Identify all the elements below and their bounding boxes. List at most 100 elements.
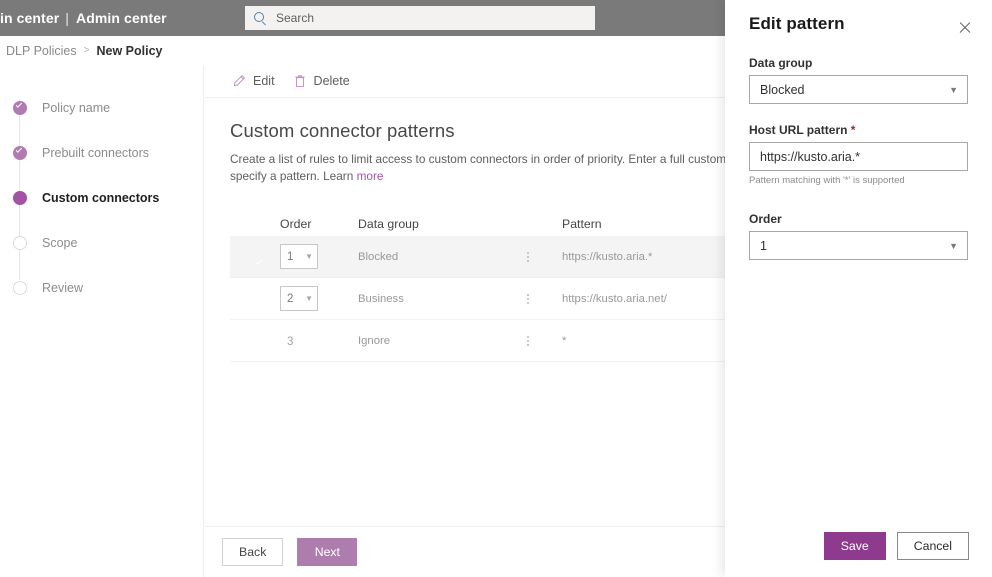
save-button[interactable]: Save — [823, 531, 886, 560]
more-vertical-icon — [527, 293, 530, 304]
cancel-button[interactable]: Cancel — [896, 531, 969, 560]
row-data-group: Blocked — [358, 250, 399, 263]
sidebar-item-label: Policy name — [42, 100, 111, 115]
back-button[interactable]: Back — [222, 538, 284, 566]
row-pattern: * — [562, 334, 567, 347]
wizard-footer: Back Next — [205, 526, 725, 577]
page-description: Create a list of rules to limit access t… — [230, 151, 725, 185]
page-title: Custom connector patterns — [230, 120, 455, 141]
panel-title: Edit pattern — [749, 14, 845, 33]
data-group-value: Blocked — [760, 82, 805, 97]
suite-brand-separator: | — [65, 10, 70, 26]
empty-circle-icon — [13, 280, 27, 295]
host-url-field: Host URL pattern * https://kusto.aria.* … — [749, 123, 968, 186]
search-input[interactable]: Search — [245, 6, 595, 30]
search-icon — [253, 11, 267, 25]
wizard-sidebar: Policy name Prebuilt connectors Custom c… — [0, 65, 204, 577]
row-data-group: Business — [358, 292, 404, 305]
row-pattern: https://kusto.aria.* — [562, 250, 653, 263]
check-circle-icon — [13, 100, 27, 115]
order-dropdown-panel[interactable]: 1 ▼ — [749, 231, 968, 260]
host-url-input[interactable]: https://kusto.aria.* — [749, 142, 968, 171]
sidebar-item-label: Review — [42, 280, 83, 295]
pencil-icon — [233, 74, 246, 87]
suite-admin-center-label: Admin center — [76, 10, 167, 26]
chevron-down-icon: ▼ — [305, 294, 313, 303]
sidebar-item-prebuilt-connectors[interactable]: Prebuilt connectors — [0, 130, 203, 175]
delete-button[interactable]: Delete — [293, 74, 350, 88]
order-dropdown-value: 1 — [287, 250, 294, 263]
row-more-menu[interactable] — [520, 293, 562, 304]
main-content: Edit Delete Custom connector patterns Cr… — [205, 65, 725, 577]
required-marker: * — [850, 123, 856, 137]
empty-circle-icon — [13, 235, 27, 250]
host-url-value: https://kusto.aria.* — [760, 149, 861, 164]
delete-button-label: Delete — [313, 74, 350, 88]
sidebar-item-review[interactable]: Review — [0, 265, 203, 310]
next-button[interactable]: Next — [297, 538, 358, 566]
row-data-group: Ignore — [358, 334, 391, 347]
close-icon[interactable] — [954, 16, 976, 38]
table-row[interactable]: 1 ▼ Blocked https://kusto.aria.* — [230, 236, 725, 278]
row-order-cell: 2 ▼ — [280, 286, 358, 311]
row-more-menu[interactable] — [520, 251, 562, 262]
sidebar-item-policy-name[interactable]: Policy name — [0, 85, 203, 130]
row-order-cell: 1 ▼ — [280, 244, 358, 269]
panel-footer: Save Cancel — [725, 514, 992, 577]
order-static-value: 3 — [287, 335, 294, 348]
sidebar-item-label: Custom connectors — [42, 190, 160, 205]
table-header-row: Order Data group Pattern — [230, 212, 725, 236]
breadcrumb-chevron-icon: > — [83, 45, 90, 56]
breadcrumb-current: New Policy — [96, 43, 163, 58]
suite-brand: in center | Admin center — [0, 10, 167, 26]
page-description-text: Create a list of rules to limit access t… — [230, 152, 725, 183]
chevron-down-icon: ▼ — [949, 240, 958, 251]
row-order-cell: 3 — [280, 332, 358, 350]
app-root: in center | Admin center Search DLP Polici… — [0, 0, 992, 577]
data-group-label: Data group — [749, 56, 813, 70]
order-dropdown-value: 2 — [287, 292, 294, 305]
host-url-hint: Pattern matching with '*' is supported — [749, 175, 905, 186]
more-vertical-icon — [527, 251, 530, 262]
edit-pattern-panel: Edit pattern Data group Blocked ▼ Host U… — [725, 0, 992, 577]
check-circle-icon — [13, 145, 27, 160]
breadcrumb-parent[interactable]: DLP Policies — [6, 44, 77, 58]
sidebar-item-custom-connectors[interactable]: Custom connectors — [0, 175, 203, 220]
learn-more-link[interactable]: more — [357, 169, 384, 183]
table-row[interactable]: 2 ▼ Business https://kusto.aria.net/ — [230, 278, 725, 320]
table-row[interactable]: 3 Ignore * — [230, 320, 725, 362]
search-placeholder: Search — [276, 11, 315, 25]
table-header-data-group: Data group — [358, 217, 419, 231]
panel-header: Edit pattern — [725, 0, 992, 38]
order-dropdown[interactable]: 1 ▼ — [280, 244, 318, 269]
patterns-table: Order Data group Pattern 1 ▼ Blocked htt… — [230, 212, 725, 362]
suite-brand-truncated: in center — [0, 10, 60, 26]
suite-header: in center | Admin center Search — [0, 0, 725, 36]
sidebar-item-label: Scope — [42, 235, 78, 250]
sidebar-item-label: Prebuilt connectors — [42, 145, 150, 160]
edit-button-label: Edit — [253, 74, 275, 88]
command-bar: Edit Delete — [205, 65, 725, 98]
content-body: Custom connector patterns Create a list … — [205, 98, 725, 362]
order-label: Order — [749, 212, 782, 226]
sidebar-item-scope[interactable]: Scope — [0, 220, 203, 265]
filled-circle-icon — [13, 190, 27, 205]
row-more-menu[interactable] — [520, 335, 562, 346]
data-group-field: Data group Blocked ▼ — [749, 56, 968, 104]
breadcrumb: DLP Policies > New Policy — [0, 36, 725, 65]
trash-icon — [294, 75, 305, 87]
edit-button[interactable]: Edit — [232, 74, 275, 88]
panel-body: Data group Blocked ▼ Host URL pattern * … — [725, 38, 992, 260]
more-vertical-icon — [527, 335, 530, 346]
order-dropdown-panel-value: 1 — [760, 238, 767, 253]
chevron-down-icon: ▼ — [305, 252, 313, 261]
row-pattern: https://kusto.aria.net/ — [562, 292, 667, 305]
order-dropdown[interactable]: 2 ▼ — [280, 286, 318, 311]
host-url-label: Host URL pattern * — [749, 123, 968, 137]
host-url-label-text: Host URL pattern — [749, 123, 848, 137]
table-header-order: Order — [280, 217, 312, 231]
data-group-dropdown[interactable]: Blocked ▼ — [749, 75, 968, 104]
chevron-down-icon: ▼ — [949, 84, 958, 95]
order-field: Order 1 ▼ — [749, 212, 968, 260]
table-header-pattern: Pattern — [562, 217, 602, 231]
